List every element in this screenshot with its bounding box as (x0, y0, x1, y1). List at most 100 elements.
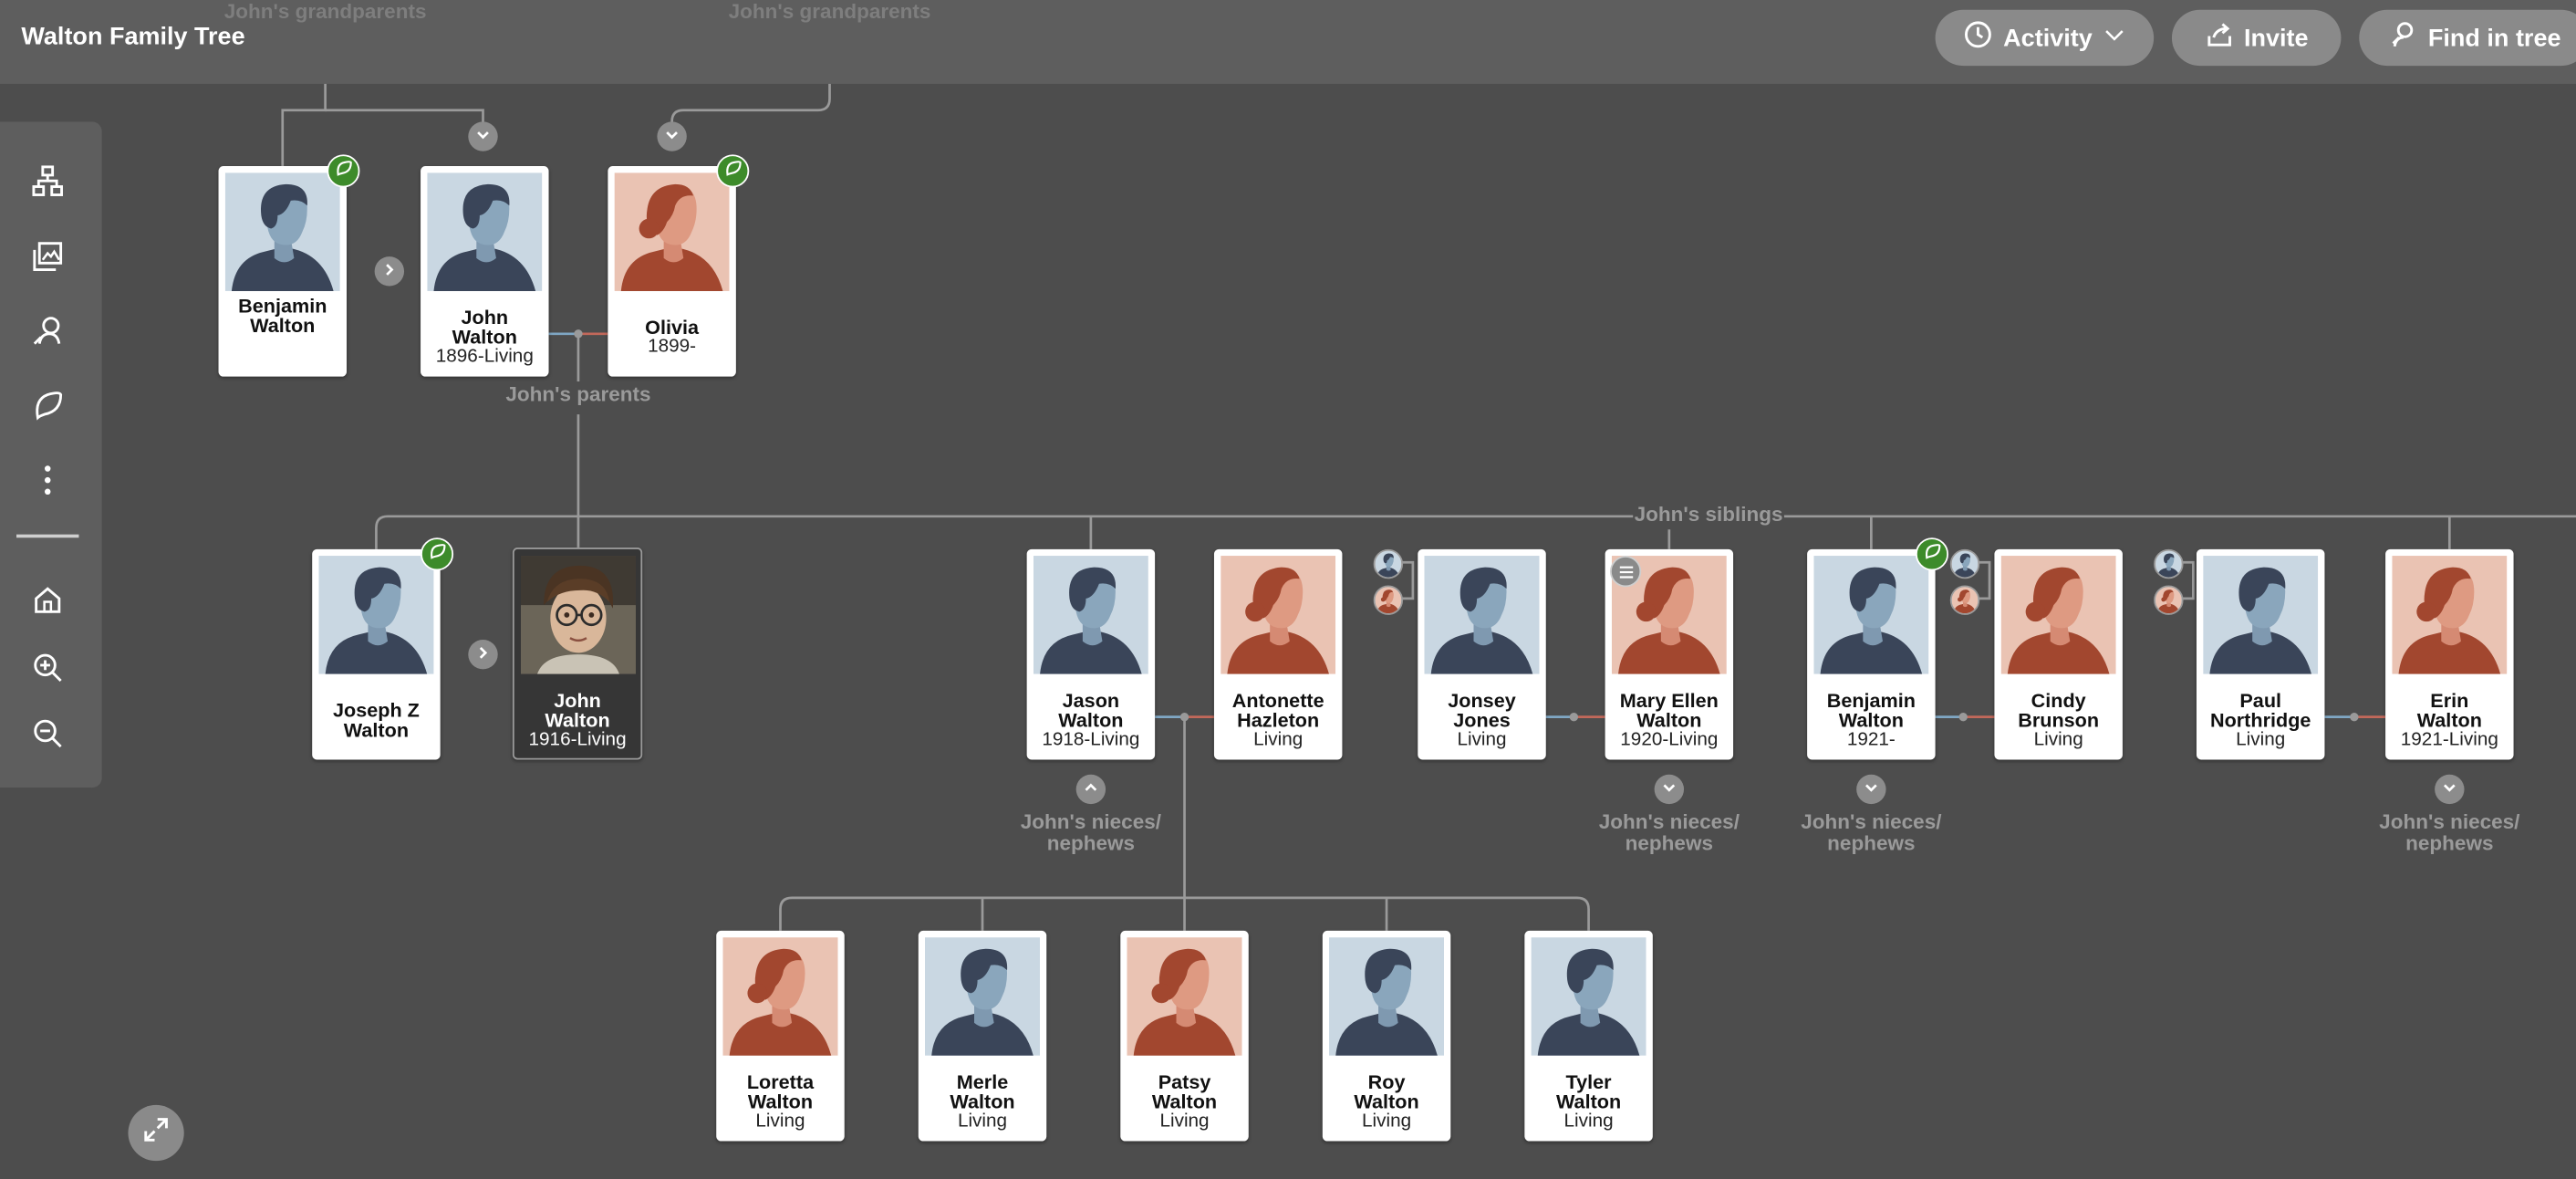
group-label-grandparents-right: John's grandparents (728, 0, 931, 24)
person-name: Joseph Z Walton (332, 698, 420, 742)
person-card-antonette-hazleton[interactable]: Antonette Hazleton Living (1213, 548, 1343, 760)
female-avatar-icon (722, 937, 838, 1056)
group-label-grandparents-left: John's grandparents (223, 0, 427, 24)
activity-label: Activity (2003, 24, 2093, 52)
male-avatar-icon (2203, 556, 2319, 674)
expand-children-button[interactable] (1654, 774, 1685, 805)
more-options-icon[interactable] (26, 459, 69, 502)
person-card-joseph-z-walton[interactable]: Joseph Z Walton (312, 548, 441, 760)
chevron-down-icon (1863, 775, 1879, 804)
spouse-switch-female-icon[interactable] (1373, 585, 1404, 615)
find-in-tree-label: Find in tree (2427, 24, 2561, 52)
person-name: Antonette Hazleton (1231, 689, 1324, 732)
invite-button[interactable]: Invite (2171, 9, 2342, 67)
records-list-icon[interactable] (1609, 556, 1642, 588)
person-dates: Living (957, 1111, 1008, 1132)
person-dates: Living (1159, 1111, 1210, 1132)
search-person-icon[interactable] (26, 309, 69, 352)
female-avatar-icon (614, 172, 730, 291)
person-card-benjamin-walton-jr[interactable]: Benjamin Walton 1921- (1807, 548, 1936, 760)
expand-parents-button[interactable] (657, 121, 687, 151)
media-gallery-icon[interactable] (26, 235, 69, 278)
person-card-tyler-walton[interactable]: Tyler Walton Living (1524, 930, 1653, 1142)
zoom-out-icon[interactable] (26, 712, 69, 755)
person-card-cindy-brunson[interactable]: Cindy Brunson Living (1994, 548, 2123, 760)
sidebar-divider (16, 534, 79, 538)
chevron-down-icon (664, 121, 680, 151)
male-avatar-icon (1033, 556, 1148, 674)
person-dates: 1899- (648, 337, 697, 358)
navigate-arrow-button[interactable] (468, 639, 498, 670)
hint-leaf-badge[interactable] (421, 537, 454, 571)
person-card-benjamin-walton[interactable]: Benjamin Walton (218, 165, 348, 377)
group-label-nieces-nephews: John's nieces/nephews (1801, 810, 1942, 856)
person-card-jason-walton[interactable]: Jason Walton 1918-Living (1026, 548, 1156, 760)
hint-leaf-badge[interactable] (1915, 537, 1949, 571)
spouse-switch-female-icon[interactable] (1949, 585, 1980, 615)
fullscreen-button[interactable] (128, 1104, 184, 1162)
hint-leaf-badge[interactable] (327, 154, 360, 188)
male-avatar-icon (1531, 937, 1646, 1056)
person-name: Roy Walton (1354, 1070, 1419, 1113)
person-card-loretta-walton[interactable]: Loretta Walton Living (716, 930, 845, 1142)
male-avatar-icon (1813, 556, 1929, 674)
person-card-paul-northridge[interactable]: Paul Northridge Living (2196, 548, 2325, 760)
expand-children-button[interactable] (2435, 774, 2465, 805)
person-name: Paul Northridge (2209, 689, 2311, 732)
leaf-icon (723, 156, 742, 185)
person-dates: 1896-Living (435, 347, 534, 367)
hint-leaf-badge[interactable] (716, 154, 750, 188)
chevron-right-icon (474, 640, 491, 669)
person-dates: Living (1457, 730, 1507, 750)
person-name: John Walton (545, 689, 610, 732)
female-avatar-icon (1220, 556, 1336, 674)
spouse-switch-female-icon[interactable] (2154, 585, 2184, 615)
person-name: Loretta Walton (746, 1070, 815, 1113)
hints-leaf-icon[interactable] (26, 385, 69, 428)
person-card-patsy-walton[interactable]: Patsy Walton Living (1120, 930, 1249, 1142)
person-dates: Living (1563, 1111, 1614, 1132)
tree-view-icon[interactable] (26, 160, 69, 203)
person-card-john-walton-focus[interactable]: John Walton 1916-Living (512, 548, 643, 760)
top-bar: Walton Family Tree John's grandparents J… (0, 0, 2576, 84)
person-card-olivia[interactable]: Olivia 1899- (608, 165, 736, 377)
spouse-switch-male-icon[interactable] (1373, 548, 1404, 579)
leaf-icon (1923, 539, 1941, 569)
navigate-arrow-button[interactable] (374, 256, 405, 287)
person-card-erin-walton[interactable]: Erin Walton 1921-Living (2385, 548, 2514, 760)
person-dates: 1921- (1846, 730, 1896, 750)
person-card-jonsey-jones[interactable]: Jonsey Jones Living (1418, 548, 1546, 760)
chevron-down-icon (2103, 23, 2125, 52)
person-name: John Walton (452, 306, 517, 350)
person-dates: Living (755, 1111, 805, 1132)
person-card-john-walton-sr[interactable]: John Walton 1896-Living (421, 165, 549, 377)
person-dates: Living (2033, 730, 2083, 750)
female-avatar-icon (1127, 937, 1242, 1056)
tree-title[interactable]: Walton Family Tree (21, 23, 244, 51)
chevron-down-icon (2441, 775, 2457, 804)
person-card-merle-walton[interactable]: Merle Walton Living (918, 930, 1047, 1142)
leaf-icon (428, 539, 446, 569)
person-card-roy-walton[interactable]: Roy Walton Living (1322, 930, 1451, 1142)
person-photo (520, 556, 636, 674)
group-label-siblings: John's siblings (1634, 503, 1783, 527)
female-avatar-icon (2392, 556, 2508, 674)
person-dates: Living (1253, 730, 1304, 750)
home-icon[interactable] (26, 579, 69, 621)
spouse-switch-male-icon[interactable] (1949, 548, 1980, 579)
expand-parents-button[interactable] (468, 121, 498, 151)
clock-icon (1964, 20, 1993, 57)
male-avatar-icon (318, 556, 434, 674)
person-dates: 1920-Living (1620, 730, 1719, 750)
person-name: Merle Walton (950, 1070, 1015, 1113)
female-avatar-icon (2000, 556, 2116, 674)
spouse-switch-male-icon[interactable] (2154, 548, 2184, 579)
invite-label: Invite (2244, 24, 2309, 52)
activity-button[interactable]: Activity (1935, 9, 2155, 67)
find-in-tree-button[interactable]: Find in tree (2359, 9, 2576, 67)
male-avatar-icon (924, 937, 1041, 1056)
expand-children-button[interactable] (1856, 774, 1886, 805)
zoom-in-icon[interactable] (26, 646, 69, 689)
collapse-children-button[interactable] (1075, 774, 1106, 805)
chevron-up-icon (1083, 775, 1099, 804)
